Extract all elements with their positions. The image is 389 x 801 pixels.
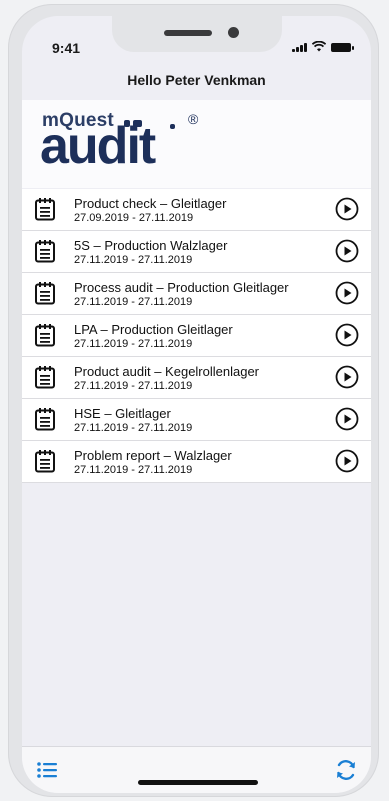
audit-dates: 27.11.2019 - 27.11.2019 xyxy=(74,380,193,392)
clipboard-icon xyxy=(34,365,56,389)
audit-dates: 27.09.2019 - 27.11.2019 xyxy=(74,212,194,224)
audit-title: 5S – Production Walzlager xyxy=(74,238,228,253)
play-circle-icon[interactable] xyxy=(335,365,359,389)
audit-dates: 27.11.2019 - 27.11.2019 xyxy=(74,464,193,476)
play-circle-icon[interactable] xyxy=(335,407,359,431)
clipboard-icon xyxy=(34,197,56,221)
app-screen: 9:41 Hello Peter Venkman mQuest ® audit … xyxy=(22,16,371,793)
tab-bar xyxy=(22,746,371,793)
play-circle-icon[interactable] xyxy=(335,197,359,221)
audit-dates: 27.11.2019 - 27.11.2019 xyxy=(74,254,193,266)
logo-banner: mQuest ® audit xyxy=(22,100,371,188)
sync-icon[interactable] xyxy=(333,757,359,783)
clipboard-icon xyxy=(34,323,56,347)
logo-brand-main: audit xyxy=(40,117,156,175)
audit-list-item[interactable]: HSE – Gleitlager 27.11.2019 - 27.11.2019 xyxy=(22,399,371,441)
audit-list-item[interactable]: Problem report – Walzlager 27.11.2019 - 2… xyxy=(22,441,371,483)
speaker-grille xyxy=(164,30,212,36)
device-notch xyxy=(112,16,282,52)
audit-title: HSE – Gleitlager xyxy=(74,406,171,421)
clipboard-icon xyxy=(34,407,56,431)
clipboard-icon xyxy=(34,239,56,263)
mquest-audit-logo: mQuest ® audit xyxy=(40,106,220,186)
audit-title: Process audit – Production Gleitlager xyxy=(74,280,289,295)
front-camera xyxy=(228,27,239,38)
play-circle-icon[interactable] xyxy=(335,281,359,305)
home-indicator xyxy=(138,780,258,785)
status-time: 9:41 xyxy=(52,40,81,56)
audit-dates: 27.11.2019 - 27.11.2019 xyxy=(74,338,193,350)
audit-dates: 27.11.2019 - 27.11.2019 xyxy=(74,422,193,434)
play-circle-icon[interactable] xyxy=(335,449,359,473)
audit-title: LPA – Production Gleitlager xyxy=(74,322,233,337)
audit-title: Product audit – Kegelrollenlager xyxy=(74,364,260,379)
play-circle-icon[interactable] xyxy=(335,323,359,347)
clipboard-icon xyxy=(34,281,56,305)
play-circle-icon[interactable] xyxy=(335,239,359,263)
battery-icon xyxy=(331,43,354,52)
phone-frame: 9:41 Hello Peter Venkman mQuest ® audit … xyxy=(8,4,379,797)
audit-list-item[interactable]: Process audit – Production Gleitlager 27.… xyxy=(22,273,371,315)
audit-list-item[interactable]: LPA – Production Gleitlager 27.11.2019 - … xyxy=(22,315,371,357)
wifi-icon xyxy=(312,41,326,52)
audit-dates: 27.11.2019 - 27.11.2019 xyxy=(74,296,193,308)
audit-title: Product check – Gleitlager xyxy=(74,196,227,211)
signal-icon xyxy=(292,42,307,52)
audit-title: Problem report – Walzlager xyxy=(74,448,232,463)
logo-registered-mark: ® xyxy=(188,111,199,127)
clipboard-icon xyxy=(34,449,56,473)
audit-list-item[interactable]: Product audit – Kegelrollenlager 27.11.20… xyxy=(22,357,371,399)
list-icon[interactable] xyxy=(36,759,58,781)
greeting-title: Hello Peter Venkman xyxy=(127,72,266,88)
audit-list-item[interactable]: 5S – Production Walzlager 27.11.2019 - 27… xyxy=(22,231,371,273)
audit-list-item[interactable]: Product check – Gleitlager 27.09.2019 - 2… xyxy=(22,189,371,231)
status-icons xyxy=(292,41,354,52)
audit-list: Product check – Gleitlager 27.09.2019 - 2… xyxy=(22,189,371,483)
